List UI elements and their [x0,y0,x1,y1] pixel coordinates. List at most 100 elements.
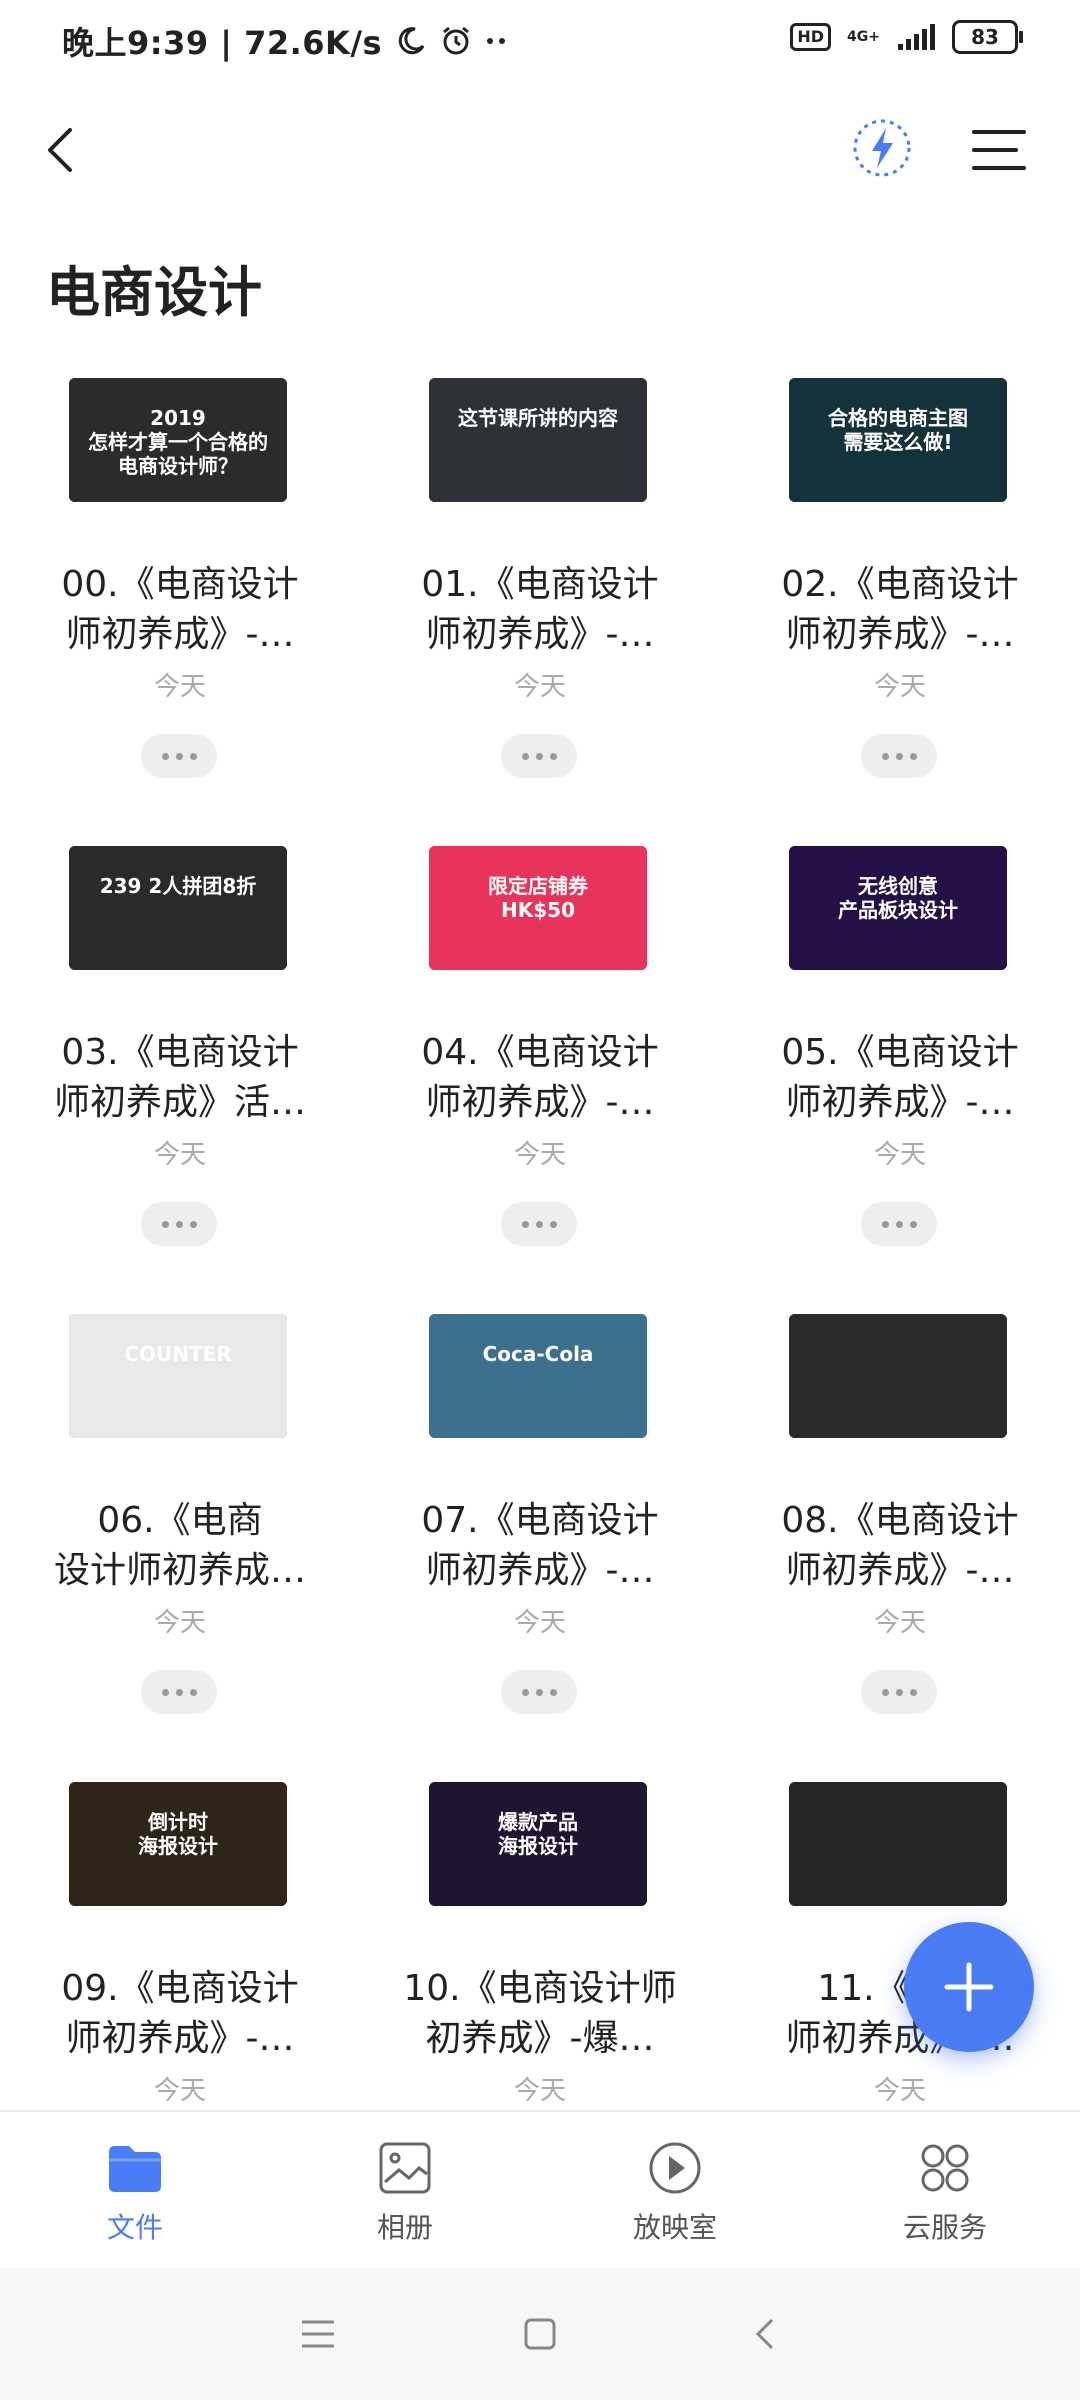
more-dot-icon [535,1688,543,1696]
file-name: 05.《电商设计 师初养成》-… [781,1032,1019,1123]
file-name: 07.《电商设计 师初养成》-… [421,1500,659,1591]
more-options-button[interactable] [501,734,577,778]
thumbnail-caption: COUNTER [124,1342,232,1366]
more-dot-icon [175,1220,183,1228]
nav-item-album[interactable]: 相册 [270,2140,540,2246]
home-button[interactable] [518,2312,562,2356]
nav-label-cloud: 云服务 [902,2211,987,2244]
nav-item-theater[interactable]: 放映室 [540,2140,810,2246]
file-name: 06.《电商 设计师初养成… [53,1500,306,1591]
nav-item-files[interactable]: 文件 [0,2140,270,2246]
file-thumbnail[interactable]: Coca-Cola [429,1314,647,1438]
thumbnail-image [69,1314,287,1438]
file-item[interactable]: 2019 怎样才算一个合格的 电商设计师？ 00.《电商设计 师初养成》-… 今天 [0,370,360,838]
more-dot-icon [535,752,543,760]
more-dots-icon [487,38,506,44]
file-item[interactable]: 这节课所讲的内容 01.《电商设计 师初养成》-… 今天 [360,370,720,838]
file-thumbnail[interactable]: 倒计时 海报设计 [69,1782,287,1906]
more-dot-icon [881,752,889,760]
page-title: 电商设计 [46,261,262,324]
more-options-button[interactable] [861,734,937,778]
file-item[interactable]: 08.《电商设计 师初养成》-… 今天 [720,1306,1080,1774]
add-button[interactable] [904,1922,1034,2052]
album-icon [379,2142,431,2194]
file-date: 今天 [153,2076,206,2106]
file-date: 今天 [873,672,926,702]
system-back-button[interactable] [744,2312,788,2356]
status-bar: 晚上9:39 | 72.6K/s HD 4G+ 83 [0,0,1080,84]
status-left: 晚上9:39 | 72.6K/s [62,18,510,64]
thumbnail-caption: 239 2人拼团8折 [99,874,257,898]
more-options-button[interactable] [501,1202,577,1246]
more-options-button[interactable] [141,734,217,778]
plus-icon [944,1962,994,2012]
file-item[interactable]: 239 2人拼团8折 03.《电商设计 师初养成》活… 今天 [0,838,360,1306]
alarm-icon [443,26,469,55]
more-dot-icon [161,1688,169,1696]
file-date: 今天 [153,1140,206,1170]
file-thumbnail[interactable]: 无线创意 产品板块设计 [789,846,1007,970]
status-right: HD 4G+ 83 [790,20,1023,54]
thumbnail-caption: 爆款产品 海报设计 [498,1810,578,1858]
more-dot-icon [895,1688,903,1696]
file-item[interactable]: Coca-Cola 07.《电商设计 师初养成》-… 今天 [360,1306,720,1774]
file-name: 01.《电商设计 师初养成》-… [421,564,659,655]
file-date: 今天 [873,1140,926,1170]
more-dot-icon [161,1220,169,1228]
more-dot-icon [521,1688,529,1696]
thumbnail-caption: 倒计时 海报设计 [138,1810,218,1858]
nav-item-cloud[interactable]: 云服务 [810,2140,1080,2246]
bottom-nav: 文件 相册 放映室 云服务 [0,2110,1080,2270]
file-item[interactable]: 合格的电商主图 需要这么做! 02.《电商设计 师初养成》-… 今天 [720,370,1080,838]
lightning-icon [853,119,911,177]
file-thumbnail[interactable] [789,1314,1007,1438]
signal-icon [898,24,935,50]
file-thumbnail[interactable]: 2019 怎样才算一个合格的 电商设计师？ [69,378,287,502]
file-date: 今天 [513,1608,566,1638]
more-options-button[interactable] [141,1202,217,1246]
thumbnail-image [789,1314,1007,1438]
file-item[interactable]: 无线创意 产品板块设计 05.《电商设计 师初养成》-… 今天 [720,838,1080,1306]
file-thumbnail[interactable]: 这节课所讲的内容 [429,378,647,502]
recents-button[interactable] [296,2312,340,2356]
file-item[interactable]: 限定店铺券 HK$50 04.《电商设计 师初养成》-… 今天 [360,838,720,1306]
nav-label-theater: 放映室 [632,2211,717,2244]
thumbnail-caption: 无线创意 产品板块设计 [838,874,958,922]
file-thumbnail[interactable] [789,1782,1007,1906]
app-bar [0,100,1080,200]
file-thumbnail[interactable]: 限定店铺券 HK$50 [429,846,647,970]
nav-label-files: 文件 [106,2211,163,2244]
back-button[interactable] [30,118,94,182]
file-date: 今天 [513,2076,566,2106]
more-dot-icon [175,752,183,760]
more-options-button[interactable] [861,1202,937,1246]
file-date: 今天 [513,1140,566,1170]
file-date: 今天 [873,1608,926,1638]
more-dot-icon [881,1220,889,1228]
menu-lines-icon [302,2320,334,2348]
time-speed-text: 晚上9:39 | 72.6K/s [62,24,383,62]
menu-button[interactable] [966,116,1034,184]
thumbnail-image [429,378,647,502]
file-thumbnail[interactable]: COUNTER [69,1314,287,1438]
file-item[interactable]: COUNTER 06.《电商 设计师初养成… 今天 [0,1306,360,1774]
thumbnail-caption: 2019 怎样才算一个合格的 电商设计师？ [88,406,268,478]
file-thumbnail[interactable]: 爆款产品 海报设计 [429,1782,647,1906]
thumbnail-caption: Coca-Cola [482,1342,594,1366]
more-dot-icon [549,752,557,760]
more-options-button[interactable] [861,1670,937,1714]
file-thumbnail[interactable]: 239 2人拼团8折 [69,846,287,970]
file-name: 10.《电商设计师 初养成》-爆… [403,1968,677,2059]
thumbnail-caption: 限定店铺券 HK$50 [488,874,588,922]
file-thumbnail[interactable]: 合格的电商主图 需要这么做! [789,378,1007,502]
folder-icon [109,2146,161,2192]
more-dot-icon [909,1688,917,1696]
more-dot-icon [189,1220,197,1228]
apps-icon [921,2144,969,2192]
system-nav-bar [0,2268,1080,2400]
more-options-button[interactable] [141,1670,217,1714]
chevron-left-icon [48,128,72,172]
more-options-button[interactable] [501,1670,577,1714]
more-dot-icon [161,752,169,760]
speed-up-button[interactable] [846,112,918,184]
